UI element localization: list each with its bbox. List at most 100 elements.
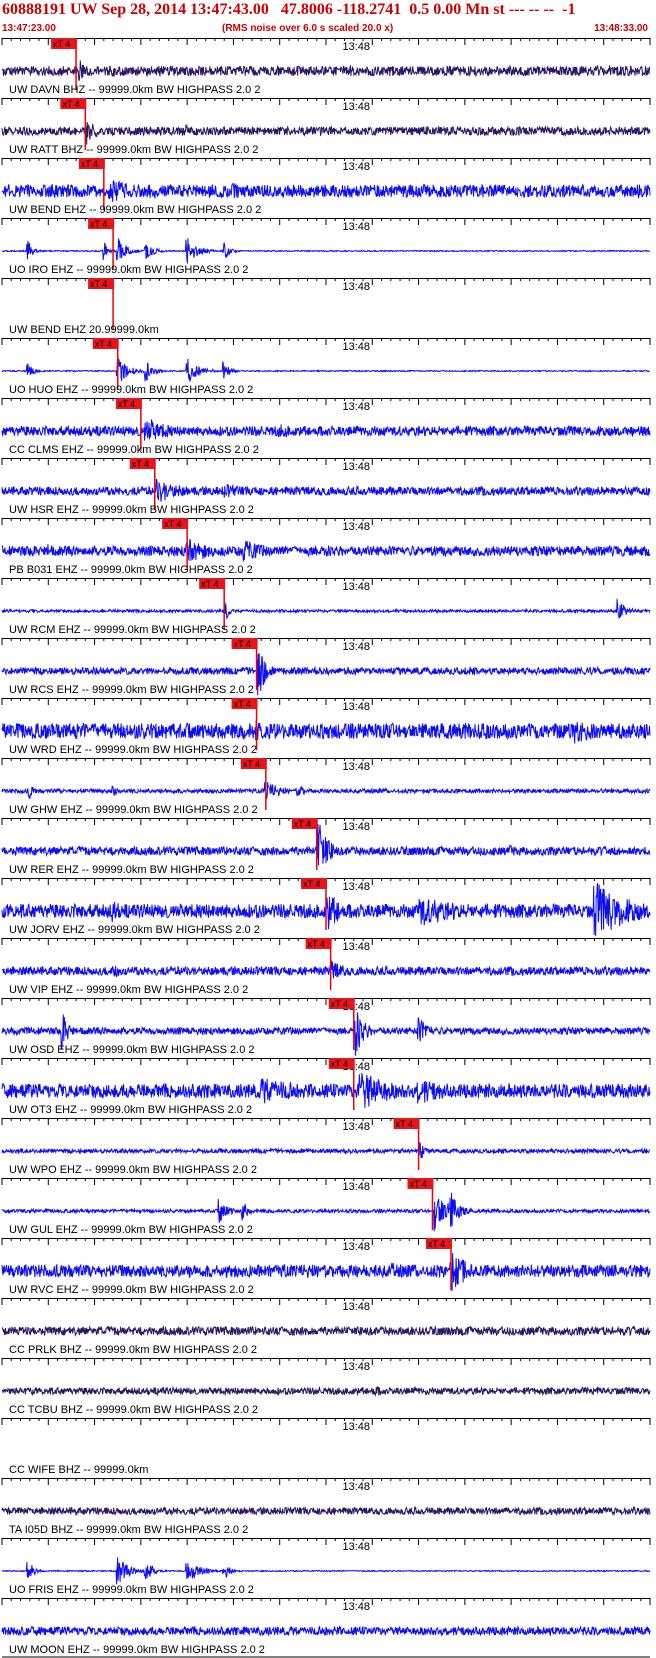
channel-label: CC TCBU BHZ -- 99999.0km BW HIGHPASS 2.0… — [9, 1404, 258, 1416]
pick-label: xT 4 — [90, 219, 107, 229]
channel-label: UW VIP EHZ -- 99999.0km BW HIGHPASS 2.0 … — [9, 984, 248, 996]
pick-label: xT 4 — [118, 399, 135, 409]
pick-label: xT 4 — [243, 759, 260, 769]
tick-label: 13:48 — [343, 821, 371, 833]
trace-panel: 13:48 xT 4 UO IRO EHZ -- 99999.0km BW HIGH… — [1, 218, 651, 276]
trace-panel: 13:48 xT 4 UW JORV EHZ -- 99999.0km BW HIG… — [1, 878, 651, 936]
trace-panel: 13:48 xT 4 CC CLMS EHZ -- 99999.0km BW HIG… — [1, 398, 651, 456]
pick-label: xT 4 — [409, 1179, 426, 1189]
waveform-line — [1, 357, 651, 383]
channel-label: UW OT3 EHZ -- 99999.0km BW HIGHPASS 2.0 … — [9, 1104, 252, 1116]
pick-label: xT 4 — [81, 159, 98, 169]
trace-panel: 13:48 xT 4 UW VIP EHZ -- 99999.0km BW HIGH… — [1, 938, 651, 996]
pick-label: xT 4 — [308, 939, 325, 949]
waveform-line — [1, 824, 651, 866]
pick-label: xT 4 — [234, 639, 251, 649]
trace-panel: 13:48 xT 4 UW GUL EHZ -- 99999.0km BW HIGH… — [1, 1178, 651, 1236]
trace-panel: 13:48 xT 4 UW BEND EHZ 20.99999.0km — [1, 278, 651, 336]
tick-label: 13:48 — [343, 521, 371, 533]
waveform-line — [1, 1385, 651, 1397]
waveform-line — [1, 781, 651, 799]
channel-label: UW MOON EHZ -- 99999.0km BW HIGHPASS 2.0… — [9, 1644, 265, 1656]
pick-label: xT 4 — [201, 579, 218, 589]
trace-panel: 13:48 xT 4 UW BEND EHZ -- 99999.0km BW HIG… — [1, 158, 651, 216]
tick-label: 13:48 — [343, 1481, 371, 1493]
pick-label: xT 4 — [132, 459, 149, 469]
trace-panel: 13:48 xT 4 UW GHW EHZ -- 99999.0km BW HIGH… — [1, 758, 651, 816]
tick-label: 13:48 — [343, 1601, 371, 1613]
trace-panel: 13:48 xT 4 UW RATT BHZ -- 99999.0km BW HIG… — [1, 98, 651, 156]
pick-label: xT 4 — [62, 99, 79, 109]
tick-label: 13:48 — [343, 41, 371, 53]
pick-label: xT 4 — [428, 1239, 445, 1249]
tick-label: 13:48 — [343, 341, 371, 353]
waveform-line — [1, 1072, 651, 1108]
trace-panel: 13:48 xT 4 UW WPO EHZ -- 99999.0km BW HIGH… — [1, 1118, 651, 1176]
waveform-line — [1, 960, 651, 979]
channel-label: UW RCS EHZ -- 99999.0km BW HIGHPASS 2.0 … — [9, 684, 254, 696]
channel-label: CC CLMS EHZ -- 99999.0km BW HIGHPASS 2.0… — [9, 444, 259, 456]
trace-panel: 13:48 UO FRIS EHZ -- 99999.0km BW HIGHPAS… — [1, 1538, 651, 1596]
trace-panel: 13:48 xT 4 UW RER EHZ -- 99999.0km BW HIGH… — [1, 818, 651, 876]
pick-label: xT 4 — [164, 519, 181, 529]
trace-panel: 13:48 xT 4 UO HUO EHZ -- 99999.0km BW HIGH… — [1, 338, 651, 396]
noise-note: (RMS noise over 6.0 s scaled 20.0 x) — [222, 23, 394, 34]
trace-panel: 13:48 xT 4 UW WRD EHZ -- 99999.0km BW HIGH… — [1, 698, 651, 756]
start-time-label: 13:47:23.00 — [2, 23, 56, 34]
tick-label: 13:48 — [343, 161, 371, 173]
tick-label: 13:48 — [343, 761, 371, 773]
waveform-line — [1, 60, 651, 81]
pick-label: xT 4 — [303, 879, 320, 889]
trace-panel: 13:48xT 4UW OT3 EHZ -- 99999.0km BW HIGH… — [1, 1058, 651, 1116]
waveform-line — [1, 238, 651, 264]
channel-label: UW BEND EHZ -- 99999.0km BW HIGHPASS 2.0… — [9, 204, 261, 216]
tick-label: 13:48 — [343, 1541, 371, 1553]
waveform-line — [1, 1505, 651, 1517]
channel-label: UW JORV EHZ -- 99999.0km BW HIGHPASS 2.0… — [9, 924, 260, 936]
tick-label: 13:48 — [343, 221, 371, 233]
channel-label: UO HUO EHZ -- 99999.0km BW HIGHPASS 2.0 … — [9, 384, 253, 396]
trace-panel: 13:48xT 4UW OSD EHZ -- 99999.0km BW HIGH… — [1, 998, 651, 1056]
channel-label: UW RER EHZ -- 99999.0km BW HIGHPASS 2.0 … — [9, 864, 254, 876]
tick-label: 13:48 — [343, 1241, 371, 1253]
trace-panel: 13:48 xT 4 UW DAVN BHZ -- 99999.0km BW HIG… — [1, 38, 651, 96]
channel-label: UW WRD EHZ -- 99999.0km BW HIGHPASS 2.0 … — [9, 744, 257, 756]
waveform-line — [1, 1142, 651, 1159]
tick-label: 13:48 — [343, 1301, 371, 1313]
trace-panel: 13:48 xT 4 UW RCS EHZ -- 99999.0km BW HIGH… — [1, 638, 651, 696]
tick-label: 13:48 — [343, 881, 371, 893]
tick-label: 13:48 — [343, 1361, 371, 1373]
pick-label: xT 4 — [53, 39, 70, 49]
channel-label: UW GHW EHZ -- 99999.0km BW HIGHPASS 2.0 … — [9, 804, 258, 816]
tick-label: 13:48 — [343, 641, 371, 653]
channel-label: UW RVC EHZ -- 99999.0km BW HIGHPASS 2.0 … — [9, 1284, 254, 1296]
tick-label: 13:48 — [343, 1421, 371, 1433]
trace-panel: 13:48 xT 4 UW RCM EHZ -- 99999.0km BW HIGH… — [1, 578, 651, 636]
waveform-line — [1, 1557, 651, 1585]
pick-label: xT 4 — [331, 1059, 348, 1069]
pick-label: xT 4 — [396, 1119, 413, 1129]
channel-label: UW OSD EHZ -- 99999.0km BW HIGHPASS 2.0 … — [9, 1044, 255, 1056]
tick-label: 13:48 — [343, 701, 371, 713]
channel-label: CC WIFE BHZ -- 99999.0km — [9, 1464, 148, 1476]
end-time-label: 13:48:33.00 — [594, 23, 648, 34]
channel-label: UO IRO EHZ -- 99999.0km BW HIGHPASS 2.0 … — [9, 264, 248, 276]
plot-header: 60888191 UW Sep 28, 2014 13:47:43.00 47.… — [0, 0, 656, 40]
event-title: 60888191 UW Sep 28, 2014 13:47:43.00 47.… — [2, 1, 576, 18]
trace-panel: 13:48 UW MOON EHZ -- 99999.0km BW HIGHPAS… — [1, 1598, 651, 1656]
pick-label: xT 4 — [95, 339, 112, 349]
seismogram-plot: 13:48 xT 4 UW DAVN BHZ -- 99999.0km BW HIG… — [1, 38, 651, 1658]
channel-label: UW GUL EHZ -- 99999.0km BW HIGHPASS 2.0 … — [9, 1224, 253, 1236]
channel-label: TA I05D BHZ -- 99999.0km BW HIGHPASS 2.0… — [9, 1524, 248, 1536]
waveform-line — [1, 180, 651, 202]
waveform-line — [1, 719, 651, 744]
channel-label: UW WPO EHZ -- 99999.0km BW HIGHPASS 2.0 … — [9, 1164, 257, 1176]
channel-label: UW BEND EHZ 20.99999.0km — [9, 324, 159, 336]
channel-label: CC PRLK BHZ -- 99999.0km BW HIGHPASS 2.0… — [9, 1344, 257, 1356]
tick-label: 13:48 — [343, 1121, 371, 1133]
channel-label: PB B031 EHZ -- 99999.0km BW HIGHPASS 2.0… — [9, 564, 253, 576]
trace-panel: 13:48 TA I05D BHZ -- 99999.0km BW HIGHPAS… — [1, 1478, 651, 1536]
pick-label: xT 4 — [90, 279, 107, 289]
tick-label: 13:48 — [343, 281, 371, 293]
waveform-line — [1, 539, 651, 562]
